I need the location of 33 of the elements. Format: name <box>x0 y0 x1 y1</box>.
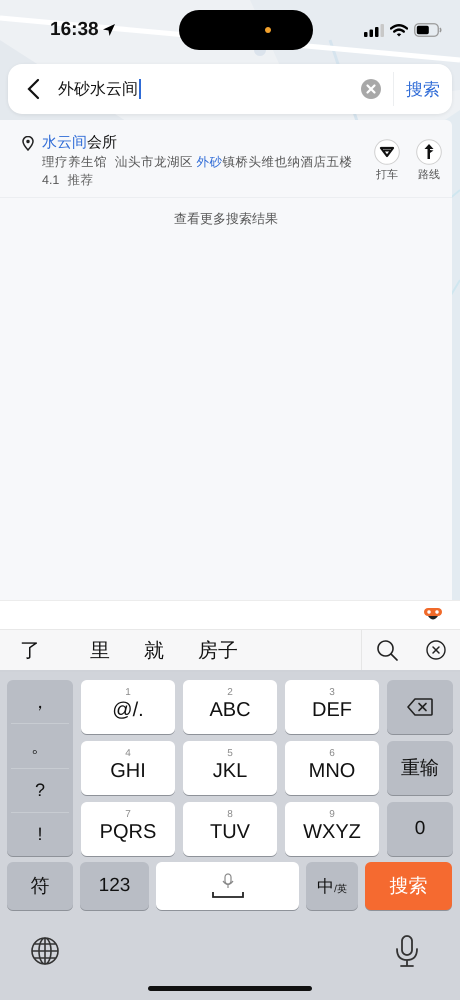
function-key[interactable]: 重输 <box>387 741 453 795</box>
letter-key[interactable]: 8 TUV <box>183 802 277 856</box>
clock-time: 16:38 <box>50 19 99 41</box>
category-text: 理疗养生馆 <box>42 154 107 171</box>
candidate-word[interactable]: 房子 <box>192 636 244 664</box>
letter-key[interactable]: 7 PQRS <box>81 802 175 856</box>
taxi-button[interactable]: 打车 <box>374 139 400 182</box>
letter-key[interactable]: 5 JKL <box>183 741 277 795</box>
more-results-link[interactable]: 查看更多搜索结果 <box>174 198 278 240</box>
rating-text: 4.1 <box>42 172 60 189</box>
search-field[interactable]: 外砂水云间 <box>58 75 361 103</box>
letter-key[interactable]: 4 GHI <box>81 741 175 795</box>
function-key[interactable]: 0 <box>387 802 453 856</box>
letter-key[interactable]: 9 WXYZ <box>285 802 379 856</box>
tag-text: 推荐 <box>67 172 94 189</box>
language-key[interactable]: 中/英 <box>306 862 358 910</box>
candidate-word[interactable]: 里 <box>84 636 116 664</box>
punctuation-key[interactable]: 。 <box>11 724 69 768</box>
function-key[interactable]: 符 <box>7 862 73 910</box>
letter-key[interactable]: 2 ABC <box>183 680 277 734</box>
candidate-word[interactable]: 了 <box>14 636 46 664</box>
function-key[interactable]: 123 <box>80 862 149 910</box>
letter-key[interactable]: 6 MNO <box>285 741 379 795</box>
route-button[interactable]: 路线 <box>416 139 442 182</box>
candidate-word[interactable]: 就 <box>138 636 170 664</box>
letter-key[interactable]: 3 DEF <box>285 680 379 734</box>
punctuation-key[interactable]: ? <box>11 768 69 813</box>
letter-key[interactable]: 1 @/. <box>81 680 175 734</box>
search-button[interactable]: 搜索 <box>404 74 442 104</box>
place-name[interactable]: 水云间会所 <box>42 133 370 153</box>
punctuation-key[interactable]: ! <box>11 812 69 856</box>
address-text: 汕头市龙湖区 外砂镇桥头维也纳酒店五楼 <box>115 154 352 171</box>
punctuation-key[interactable]: ， <box>11 680 69 724</box>
